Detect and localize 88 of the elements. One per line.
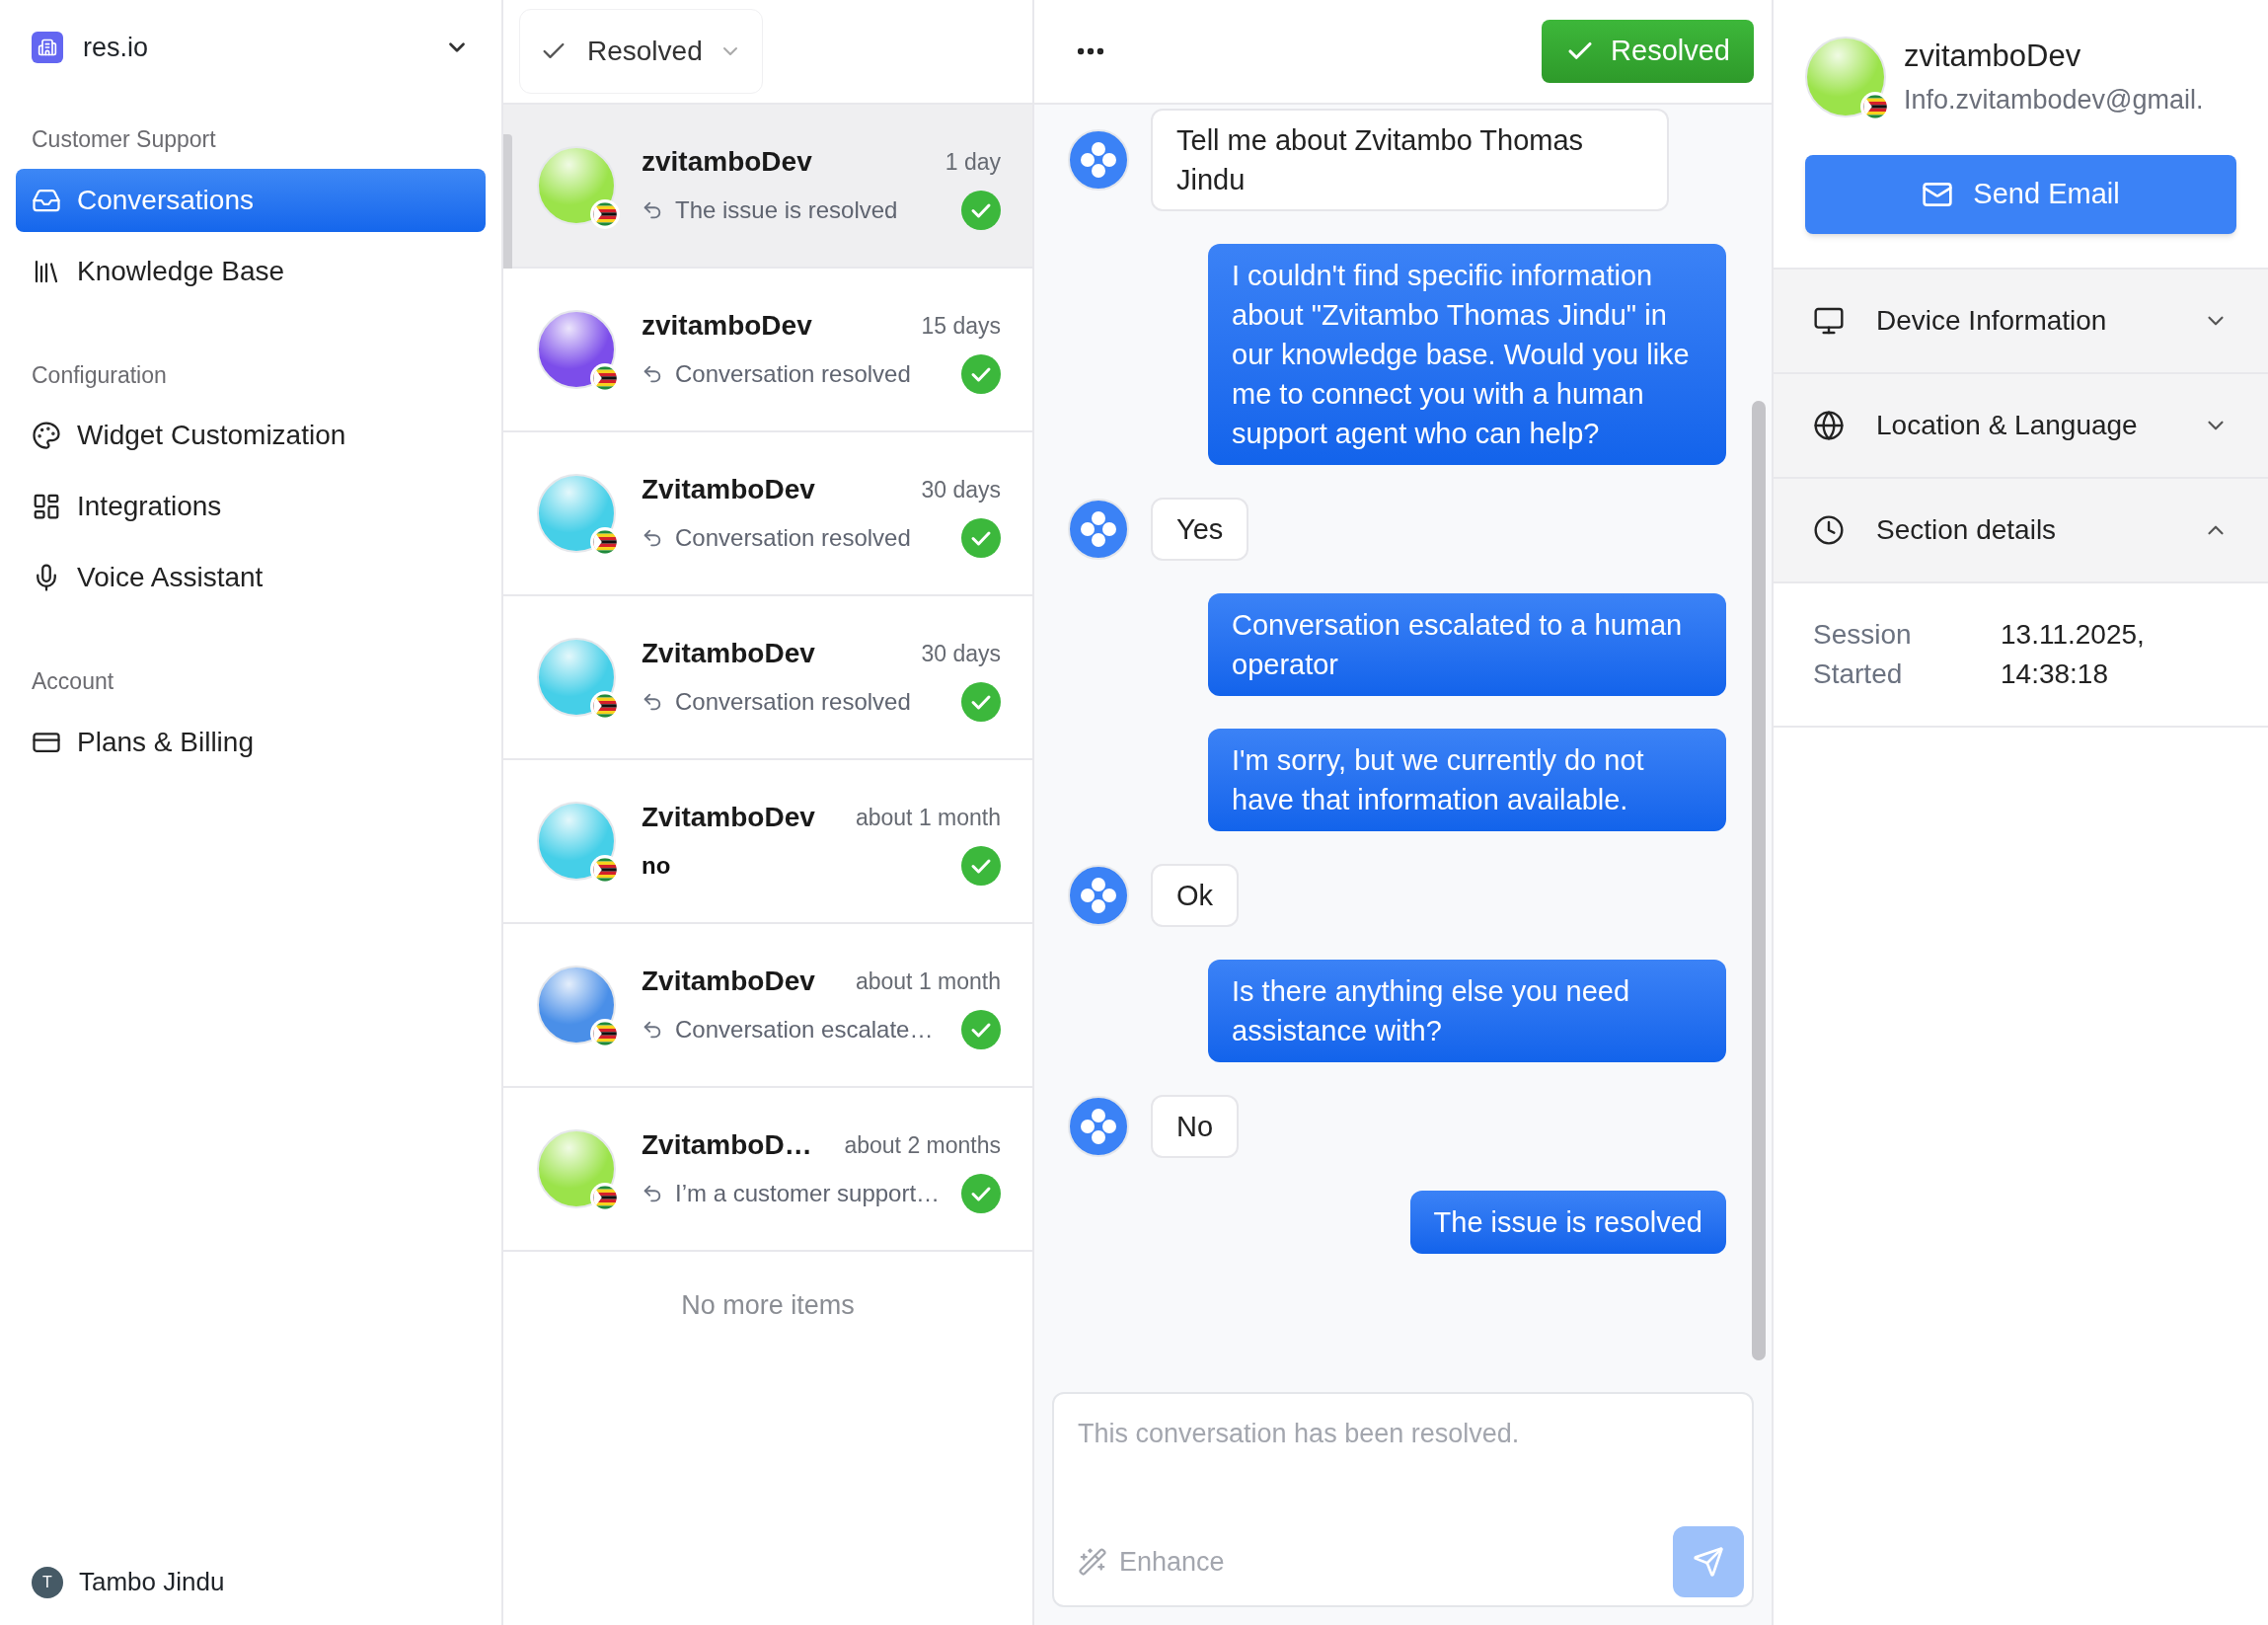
palette-icon	[32, 421, 61, 450]
flag-icon	[590, 1019, 620, 1048]
contact-name: zvitamboDev	[1904, 38, 2082, 75]
check-circle-icon	[961, 1010, 1001, 1049]
check-circle-icon	[961, 191, 1001, 230]
nav-item[interactable]: Widget Customization	[16, 404, 486, 467]
reply-icon	[642, 691, 663, 713]
check-circle-icon	[961, 518, 1001, 558]
globe-icon	[1813, 410, 1845, 441]
reply-icon	[642, 527, 663, 549]
customer-message: Tell me about Zvitambo Thomas Jindu	[1151, 109, 1669, 211]
send-icon	[1693, 1546, 1724, 1578]
user-avatar[interactable]: T	[32, 1566, 63, 1598]
conversation-item[interactable]: zvitamboDev 15 days Conversation resolved	[503, 269, 1032, 432]
customer-message: Ok	[1151, 864, 1240, 927]
clock-icon	[1813, 514, 1845, 546]
flag-icon	[590, 363, 620, 393]
agent-message: The issue is resolved	[1409, 1191, 1726, 1254]
flag-icon	[590, 855, 620, 885]
send-email-button[interactable]: Send Email	[1805, 155, 2236, 234]
contact-name: ZvitamboDev	[642, 965, 815, 998]
flag-icon	[590, 1183, 620, 1212]
check-circle-icon	[961, 682, 1001, 722]
contact-name: zvitamboDev	[642, 309, 812, 343]
nav-item[interactable]: Plans & Billing	[16, 710, 486, 774]
reply-icon	[642, 1183, 663, 1204]
flag-icon	[590, 199, 620, 229]
check-circle-icon	[961, 846, 1001, 886]
building-icon	[38, 38, 57, 57]
message-preview: no	[642, 851, 671, 881]
customer-message: No	[1151, 1095, 1240, 1158]
message-preview: The issue is resolved	[675, 195, 898, 225]
agent-message: Is there anything else you need assistance with?	[1208, 960, 1726, 1062]
conversation-item[interactable]: zvitamboDev 1 day The issue is resolved	[503, 105, 1032, 269]
section-label: Configuration	[31, 360, 168, 390]
contact-name: ZvitamboDev	[642, 473, 815, 506]
nav-item[interactable]: Integrations	[16, 475, 486, 538]
section-label: Customer Support	[31, 125, 217, 154]
reply-icon	[642, 1019, 663, 1041]
agent-message: I'm sorry, but we currently do not have that information available.	[1208, 729, 1726, 831]
message-preview: Conversation resolved	[675, 359, 911, 389]
magic-wand-icon	[1078, 1547, 1107, 1577]
field-value: 13.11.2025, 14:38:18	[2001, 618, 2146, 691]
clover-avatar-icon	[1068, 865, 1129, 926]
reply-icon	[642, 199, 663, 221]
section-label: Account	[31, 667, 115, 696]
monitor-icon	[1813, 305, 1845, 337]
check-circle-icon	[961, 354, 1001, 394]
conversation-time: about 2 months	[843, 1130, 1001, 1160]
message-preview: Conversation resolved	[675, 523, 911, 553]
contact-name: ZvitamboDev	[642, 637, 815, 670]
filter-dropdown[interactable]: Resolved	[519, 9, 763, 94]
flag-icon	[1860, 91, 1890, 121]
grid-icon	[32, 492, 61, 521]
contact-name: ZvitamboD…	[642, 1128, 812, 1162]
workspace-name[interactable]: res.io	[83, 27, 149, 68]
conversation-time: 30 days	[920, 475, 1001, 504]
check-circle-icon	[961, 1174, 1001, 1213]
conversation-time: about 1 month	[854, 803, 1001, 832]
field-label: Session Started	[1813, 618, 1913, 691]
accordion-header[interactable]: Location & Language	[1774, 374, 2268, 479]
message-preview: I’m a customer support…	[675, 1179, 941, 1208]
flag-icon	[590, 527, 620, 557]
list-end-label: No more items	[681, 1289, 855, 1322]
conversation-time: 15 days	[920, 311, 1001, 341]
contact-name: ZvitamboDev	[642, 801, 815, 834]
nav-item[interactable]: Knowledge Base	[16, 239, 486, 303]
flag-icon	[590, 691, 620, 721]
conversation-time: about 1 month	[854, 967, 1001, 996]
nav-item[interactable]: Voice Assistant	[16, 546, 486, 609]
agent-message: I couldn't find specific information about "Zvitambo Thomas Jindu" in our knowledge base. Would you like me to connect you with a human support agent who can help?	[1208, 244, 1726, 465]
message-preview: Conversation resolved	[675, 687, 911, 717]
nav-item[interactable]: Conversations	[16, 168, 486, 232]
contact-name: zvitamboDev	[642, 145, 812, 179]
message-preview: Conversation escalate…	[675, 1015, 934, 1045]
conversation-time: 30 days	[920, 639, 1001, 668]
accordion-header[interactable]: Device Information	[1774, 270, 2268, 374]
accordion-header[interactable]: Section details	[1774, 479, 2268, 583]
scrollbar-thumb[interactable]	[1752, 401, 1766, 1360]
agent-message: Conversation escalated to a human operator	[1208, 593, 1726, 696]
conversation-time: 1 day	[944, 147, 1001, 177]
clover-avatar-icon	[1068, 1096, 1129, 1157]
contact-email: Info.zvitambodev@gmail.	[1904, 83, 2204, 116]
reply-icon	[642, 363, 663, 385]
clover-avatar-icon	[1068, 499, 1129, 560]
user-name: Tambo Jindu	[79, 1566, 225, 1598]
customer-message: Yes	[1151, 498, 1249, 561]
clover-avatar-icon	[1068, 129, 1129, 191]
